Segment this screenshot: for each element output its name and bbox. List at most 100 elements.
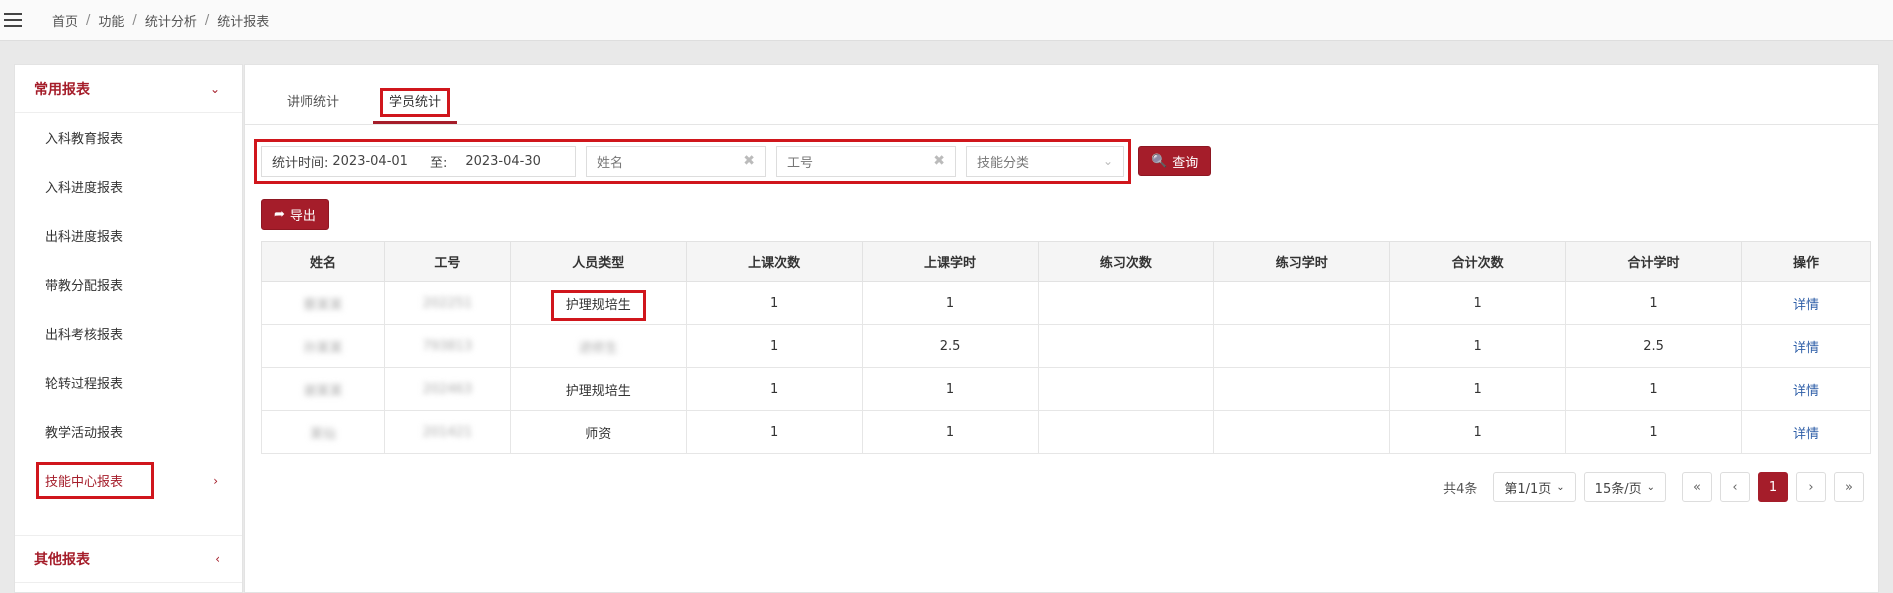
breadcrumb-home[interactable]: 首页 — [52, 11, 78, 30]
date-label: 统计时间: — [272, 155, 329, 171]
table-row: 蔡某某 202251 护理规培生 1 1 1 1 详情 — [261, 281, 1871, 325]
export-button[interactable]: ➦ 导出 — [261, 199, 329, 230]
sidebar-group-label: 其他报表 — [34, 552, 90, 568]
cell-name: 谢某某 — [261, 367, 385, 411]
start-date[interactable]: 2023-04-01 — [332, 154, 408, 169]
id-input[interactable]: 工号 ✖ — [776, 145, 956, 177]
sidebar-item-label: 教学活动报表 — [45, 426, 124, 441]
end-date[interactable]: 2023-04-30 — [465, 154, 541, 169]
name-input[interactable]: 姓名 ✖ — [586, 145, 766, 177]
sidebar-item-6[interactable]: 轮转过程报表 — [15, 358, 242, 407]
clear-icon[interactable]: ✖ — [743, 153, 755, 169]
breadcrumb-function[interactable]: 功能 — [98, 11, 124, 30]
page-select[interactable]: 第1/1页 ⌄ — [1493, 472, 1576, 502]
col-total-count: 合计次数 — [1389, 241, 1567, 282]
sidebar-group-label: 常用报表 — [34, 81, 90, 98]
sidebar-item-5[interactable]: 出科考核报表 — [15, 309, 242, 358]
cell-name: 孙某某 — [261, 324, 385, 368]
skill-placeholder: 技能分类 — [977, 155, 1030, 171]
filter-group: 统计时间: 2023-04-01 至: 2023-04-30 姓名 ✖ 工号 ✖… — [254, 138, 1131, 184]
page-select-label: 第1/1页 — [1504, 481, 1552, 497]
cell-practice-count — [1037, 281, 1215, 325]
cell-practice-count — [1037, 367, 1215, 411]
sidebar-item-label: 出科考核报表 — [45, 328, 124, 343]
detail-link[interactable]: 详情 — [1793, 427, 1819, 442]
id-placeholder: 工号 — [787, 155, 814, 171]
table-row: 孙某某 793813 进修生 1 2.5 1 2.5 详情 — [261, 324, 1871, 368]
col-name: 姓名 — [261, 241, 385, 282]
cell-total-count: 1 — [1389, 410, 1567, 454]
cell-action: 详情 — [1741, 324, 1871, 368]
cell-practice-hours — [1213, 367, 1391, 411]
sidebar-item-label: 技能中心报表 — [35, 462, 155, 499]
table-row: 某仙 201421 师资 1 1 1 1 详情 — [261, 410, 1871, 454]
main-panel: 讲师统计 学员统计 统计时间: 2023-04-01 至: 2023-04-30… — [244, 64, 1879, 593]
prev-page-button[interactable]: ‹ — [1720, 472, 1750, 502]
cell-total-hours: 1 — [1565, 281, 1742, 325]
student-stats-table: 姓名 工号 人员类型 上课次数 上课学时 练习次数 练习学时 合计次数 合计学时… — [261, 241, 1871, 454]
sidebar-item-1[interactable]: 入科教育报表 — [15, 113, 242, 162]
sidebar-item-label: 带教分配报表 — [45, 279, 124, 294]
next-page-button[interactable]: › — [1796, 472, 1826, 502]
cell-id: 201421 — [383, 410, 511, 454]
cell-action: 详情 — [1741, 367, 1871, 411]
search-icon: 🔍 — [1151, 153, 1168, 169]
cell-total-hours: 1 — [1565, 367, 1742, 411]
sidebar-group-other[interactable]: 其他报表 ‹ — [15, 535, 242, 583]
detail-link[interactable]: 详情 — [1793, 341, 1819, 356]
sidebar-item-label: 出科进度报表 — [45, 230, 124, 245]
cell-id: 202463 — [383, 367, 511, 411]
chevron-down-icon: ⌄ — [1646, 481, 1655, 493]
cell-class-hours: 1 — [861, 367, 1039, 411]
cell-name: 某仙 — [261, 410, 385, 454]
last-page-button[interactable]: » — [1834, 472, 1864, 502]
first-page-button[interactable]: « — [1682, 472, 1712, 502]
sidebar-item-7[interactable]: 教学活动报表 — [15, 407, 242, 456]
clear-icon[interactable]: ✖ — [933, 153, 945, 169]
filter-bar: 统计时间: 2023-04-01 至: 2023-04-30 姓名 ✖ 工号 ✖… — [254, 138, 1212, 184]
page-size-select[interactable]: 15条/页 ⌄ — [1583, 472, 1666, 502]
total-count: 共4条 — [1443, 481, 1478, 497]
table-row: 谢某某 202463 护理规培生 1 1 1 1 详情 — [261, 367, 1871, 411]
to-label: 至: — [429, 155, 448, 171]
cell-total-count: 1 — [1389, 281, 1567, 325]
cell-class-count: 1 — [685, 410, 863, 454]
date-range-field[interactable]: 统计时间: 2023-04-01 至: 2023-04-30 — [261, 145, 576, 177]
table-header-row: 姓名 工号 人员类型 上课次数 上课学时 练习次数 练习学时 合计次数 合计学时… — [261, 241, 1871, 282]
sidebar-item-4[interactable]: 带教分配报表 — [15, 260, 242, 309]
cell-practice-hours — [1213, 410, 1391, 454]
cell-class-count: 1 — [685, 367, 863, 411]
chevron-left-icon: ‹ — [215, 552, 220, 566]
menu-icon[interactable] — [4, 13, 22, 27]
sidebar-item-label: 轮转过程报表 — [45, 377, 124, 392]
breadcrumb-stats[interactable]: 统计分析 — [145, 11, 197, 30]
pagination: 共4条 第1/1页 ⌄ 15条/页 ⌄ « ‹ 1 › » — [1443, 472, 1864, 502]
cell-total-count: 1 — [1389, 324, 1567, 368]
sidebar-group-common[interactable]: 常用报表 ⌄ — [15, 65, 242, 113]
cell-name: 蔡某某 — [261, 281, 385, 325]
cell-type: 护理规培生 — [509, 281, 687, 325]
cell-type: 进修生 — [509, 324, 687, 368]
query-button[interactable]: 🔍 查询 — [1138, 146, 1212, 176]
breadcrumb-current: 统计报表 — [217, 14, 270, 30]
col-action: 操作 — [1741, 241, 1871, 282]
cell-id: 202251 — [383, 281, 511, 325]
detail-link[interactable]: 详情 — [1793, 384, 1819, 399]
col-class-count: 上课次数 — [685, 241, 863, 282]
col-class-hours: 上课学时 — [861, 241, 1039, 282]
skill-select[interactable]: 技能分类 ⌄ — [966, 145, 1124, 177]
tab-teacher-stats[interactable]: 讲师统计 — [277, 91, 349, 124]
sidebar-item-2[interactable]: 入科进度报表 — [15, 162, 242, 211]
cell-practice-hours — [1213, 281, 1391, 325]
cell-class-count: 1 — [685, 324, 863, 368]
chevron-down-icon: ⌄ — [1556, 481, 1565, 493]
cell-type: 护理规培生 — [509, 367, 687, 411]
sidebar-item-skill-center[interactable]: 技能中心报表 › — [15, 456, 242, 505]
cell-id: 793813 — [383, 324, 511, 368]
cell-practice-count — [1037, 324, 1215, 368]
page-button-current[interactable]: 1 — [1758, 472, 1788, 502]
sidebar-item-3[interactable]: 出科进度报表 — [15, 211, 242, 260]
detail-link[interactable]: 详情 — [1793, 298, 1819, 313]
tab-student-stats[interactable]: 学员统计 — [373, 88, 458, 124]
cell-class-hours: 2.5 — [861, 324, 1039, 368]
